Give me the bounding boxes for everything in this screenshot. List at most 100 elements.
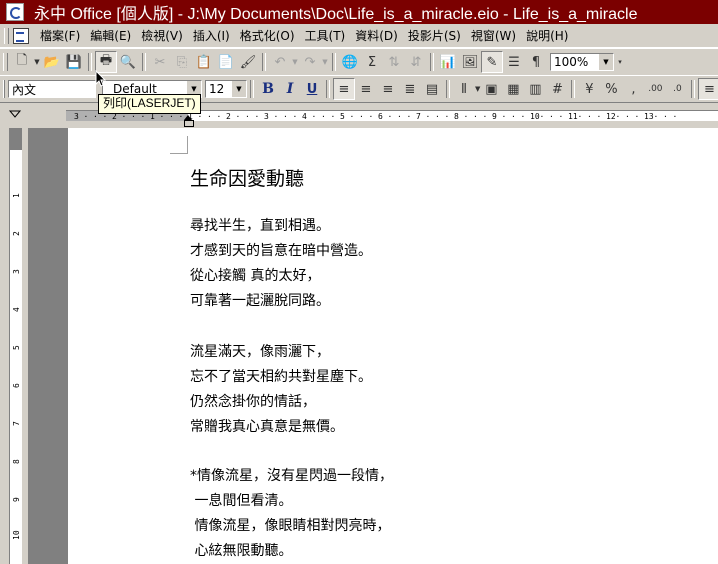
ruler-dot: · xyxy=(387,112,393,121)
menu-view[interactable]: 檢視(V) xyxy=(136,26,188,46)
ruler-dot: · xyxy=(549,112,554,121)
drawing-icon[interactable]: ✎ xyxy=(481,51,503,73)
print-preview-icon[interactable]: 🔍 xyxy=(117,51,139,73)
align-left-icon[interactable]: ≡ xyxy=(333,78,355,100)
copy-icon[interactable]: ⎘ xyxy=(171,51,193,73)
increase-decimal-icon[interactable]: .00 xyxy=(644,78,666,100)
menu-window[interactable]: 視窗(W) xyxy=(466,26,521,46)
ruler-number: 2 xyxy=(112,112,117,121)
menu-grip[interactable] xyxy=(4,28,9,44)
table-icon[interactable]: ▦ xyxy=(502,78,524,100)
ruler-dot: · xyxy=(178,112,184,121)
toolbar-separator xyxy=(88,53,92,71)
currency-icon[interactable]: ¥ xyxy=(578,78,600,100)
ruler-number: 6 xyxy=(378,112,383,121)
hyperlink-icon[interactable]: 🌐 xyxy=(339,51,361,73)
window-title: 永中 Office [個人版] - J:\My Documents\Doc\Li… xyxy=(34,6,638,23)
toolbar-separator xyxy=(691,80,696,98)
paste-special-icon[interactable]: 📄 xyxy=(215,51,237,73)
menu-insert[interactable]: 插入(I) xyxy=(188,26,235,46)
ruler-dot: · xyxy=(235,112,241,121)
ruler-dot: · xyxy=(216,112,222,121)
align-center-icon[interactable]: ≡ xyxy=(355,78,377,100)
underline-button[interactable]: U xyxy=(301,78,323,100)
ruler-number: 7 xyxy=(12,421,21,426)
bold-button[interactable]: B xyxy=(257,78,279,100)
ruler-dot: · xyxy=(463,112,469,121)
new-dropdown-icon[interactable]: ▼ xyxy=(33,58,41,66)
menu-file[interactable]: 檔案(F) xyxy=(35,26,85,46)
show-formatting-icon[interactable]: ¶ xyxy=(525,51,547,73)
decrease-decimal-icon[interactable]: .0 xyxy=(666,78,688,100)
ruler-dot: · xyxy=(501,112,507,121)
chevron-down-icon[interactable]: ▼ xyxy=(598,54,613,70)
save-icon[interactable]: 💾 xyxy=(63,51,85,73)
ruler-margin-top xyxy=(10,128,22,150)
ruler-dot: · xyxy=(121,112,127,121)
tab-type-selector[interactable] xyxy=(6,106,24,122)
ruler-dot: · xyxy=(169,112,174,121)
image-icon[interactable]: 🖼 xyxy=(459,51,481,73)
document-menu-icon[interactable] xyxy=(13,28,29,44)
ruler-number: 9 xyxy=(492,112,497,121)
comma-icon[interactable]: , xyxy=(622,78,644,100)
toolbar-options-icon[interactable]: ▾ xyxy=(616,58,624,66)
document-map-icon[interactable]: ☰ xyxy=(503,51,525,73)
new-document-icon[interactable]: 🗋 xyxy=(11,51,33,73)
ruler-dot: · xyxy=(672,112,678,121)
chevron-down-icon[interactable]: ▼ xyxy=(231,81,246,97)
autosum-icon[interactable]: Σ xyxy=(361,51,383,73)
format-painter-icon[interactable]: 🖌 xyxy=(237,51,259,73)
column-icon[interactable]: ⦀ xyxy=(453,78,475,100)
toolbar-grip[interactable] xyxy=(3,80,5,98)
ruler-dot: · xyxy=(102,112,108,121)
zoom-select[interactable]: 100% ▼ xyxy=(550,53,614,71)
redo-icon[interactable]: ↷ xyxy=(299,51,321,73)
menu-help[interactable]: 說明(H) xyxy=(521,26,573,46)
align-right-icon[interactable]: ≡ xyxy=(377,78,399,100)
distributed-icon[interactable]: ▤ xyxy=(421,78,443,100)
paste-icon[interactable]: 📋 xyxy=(193,51,215,73)
undo-icon[interactable]: ↶ xyxy=(269,51,291,73)
ruler-dot: · xyxy=(539,112,545,121)
sort-descending-icon[interactable]: ⇵ xyxy=(405,51,427,73)
toolbar-separator xyxy=(332,53,336,71)
italic-button[interactable]: I xyxy=(279,78,301,100)
document-page[interactable] xyxy=(68,128,718,564)
open-folder-icon[interactable]: 📂 xyxy=(41,51,63,73)
menu-data[interactable]: 資料(D) xyxy=(350,26,403,46)
ruler-number: 7 xyxy=(416,112,421,121)
menu-format[interactable]: 格式化(O) xyxy=(235,26,300,46)
title-bar: 永中 Office [個人版] - J:\My Documents\Doc\Li… xyxy=(0,0,718,24)
merge-icon[interactable]: # xyxy=(546,78,568,100)
border-icon[interactable]: ▣ xyxy=(480,78,502,100)
cut-icon[interactable]: ✂ xyxy=(149,51,171,73)
percent-icon[interactable]: % xyxy=(600,78,622,100)
paragraph-align-icon[interactable]: ≡ xyxy=(698,78,718,100)
style-select[interactable]: 內文 xyxy=(8,80,96,98)
document-line: 一息間但看清。 xyxy=(190,493,293,509)
app-icon[interactable] xyxy=(6,3,24,21)
font-size-select[interactable]: 12 ▼ xyxy=(205,80,247,98)
redo-dropdown-icon[interactable]: ▼ xyxy=(321,58,329,66)
document-line: 忘不了當天相約共對星塵下。 xyxy=(190,369,372,385)
justify-icon[interactable]: ≣ xyxy=(399,78,421,100)
document-line: *情像流星，沒有星閃過一段情， xyxy=(190,468,393,484)
ruler-number: 3 xyxy=(12,269,21,274)
document-title: 生命因愛動聽 xyxy=(190,168,305,190)
toolbar-grip[interactable] xyxy=(3,53,8,71)
menu-tools[interactable]: 工具(T) xyxy=(300,26,351,46)
ruler-number: 8 xyxy=(454,112,459,121)
undo-dropdown-icon[interactable]: ▼ xyxy=(291,58,299,66)
ruler-dot: · xyxy=(634,112,640,121)
grid-icon[interactable]: ▥ xyxy=(524,78,546,100)
sort-ascending-icon[interactable]: ⇅ xyxy=(383,51,405,73)
font-size-value: 12 xyxy=(209,82,225,96)
ruler-dot: · xyxy=(159,112,165,121)
menu-slides[interactable]: 投影片(S) xyxy=(403,26,466,46)
vertical-ruler[interactable]: 1 2 3 4 5 6 7 8 9 10 xyxy=(9,128,22,564)
ruler-dot: · xyxy=(93,112,98,121)
left-indent-marker[interactable] xyxy=(184,120,194,127)
menu-edit[interactable]: 編輯(E) xyxy=(85,26,136,46)
chart-icon[interactable]: 📊 xyxy=(437,51,459,73)
